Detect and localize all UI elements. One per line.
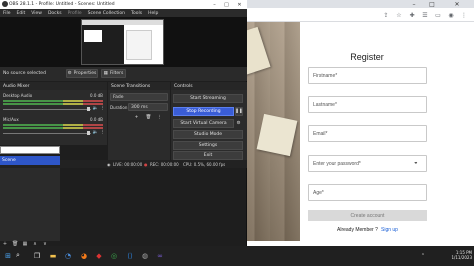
duration-input[interactable]: 300 ms <box>128 103 168 111</box>
mic-label: Mic/Aux <box>3 117 19 122</box>
no-source-label: No source selected <box>3 71 46 76</box>
transition-select[interactable]: Fade <box>110 93 168 101</box>
obs-logo-icon <box>2 1 8 7</box>
mic-db: 0.0 dB <box>90 117 103 122</box>
mic-meter <box>3 124 103 126</box>
controls-title: Controls <box>171 82 247 90</box>
already-member-text: Already Member ? <box>337 227 378 233</box>
vscode-icon[interactable]: ⟨⟩ <box>125 251 135 261</box>
mic-slider-knob[interactable] <box>87 131 90 135</box>
obs-maximize-icon[interactable]: □ <box>222 0 231 9</box>
chrome-icon[interactable]: ◎ <box>109 251 119 261</box>
file-explorer-icon[interactable]: ▬ <box>48 251 58 261</box>
visual-studio-icon[interactable]: ∞ <box>155 251 165 261</box>
system-tray-icon[interactable]: ⌃ <box>418 251 428 261</box>
search-icon[interactable]: ⌕ <box>16 251 24 261</box>
more-options-icon[interactable]: ⋮ <box>100 130 105 135</box>
stop-recording-button[interactable]: Stop Recording <box>173 107 234 116</box>
live-icon: ◉ <box>107 161 111 167</box>
filter-icon: ▦ <box>103 71 108 76</box>
desktop-audio-db: 0.0 dB <box>90 93 103 98</box>
taskbar-clock[interactable]: 1:15 PM 1/11/2023 <box>436 250 472 260</box>
menu-help[interactable]: Help <box>145 11 161 16</box>
mic-meter <box>3 127 103 129</box>
duration-label: Duration <box>110 105 128 110</box>
scene-list-item[interactable]: Scene <box>0 156 60 165</box>
audio-mixer-title: Audio Mixer <box>0 82 107 90</box>
menu-scene-collection[interactable]: Scene Collection <box>85 11 128 16</box>
menu-tools[interactable]: Tools <box>128 11 145 16</box>
add-icon[interactable]: + <box>134 115 139 120</box>
speaker-icon[interactable]: 🔈 <box>93 130 99 135</box>
desktop-audio-slider[interactable] <box>3 109 91 110</box>
reading-list-icon[interactable]: ☰ <box>421 11 429 19</box>
studio-mode-button[interactable]: Studio Mode <box>173 130 243 139</box>
desktop-audio-meter <box>3 100 103 102</box>
share-icon[interactable]: ⇪ <box>382 11 390 19</box>
menu-profile[interactable]: Profile <box>65 11 85 16</box>
rec-status: REC: 00:00:00 <box>150 161 179 167</box>
create-account-button[interactable]: Create account <box>308 210 427 221</box>
task-view-icon[interactable]: ❐ <box>32 251 42 261</box>
desktop-audio-label: Desktop Audio <box>3 93 33 98</box>
live-status: LIVE: 00:00:00 <box>113 161 143 167</box>
profile-icon[interactable]: ◉ <box>447 11 455 19</box>
scenes-filter-input[interactable] <box>0 146 60 154</box>
menu-file[interactable]: File <box>0 11 14 16</box>
sidebar-icon[interactable]: ▭ <box>434 11 442 19</box>
password-input[interactable]: Enter your password* ◒ <box>308 155 427 172</box>
firefox-icon[interactable]: ◕ <box>79 251 89 261</box>
rec-icon: ● <box>144 161 148 167</box>
gear-icon[interactable]: ⚙ <box>236 121 241 126</box>
desktop-audio-slider-knob[interactable] <box>87 107 90 111</box>
obs-close-icon[interactable]: ✕ <box>235 0 244 9</box>
menu-edit[interactable]: Edit <box>14 11 29 16</box>
browser-menu-icon[interactable]: ⋮ <box>460 11 468 19</box>
media-app-icon[interactable]: ◆ <box>94 251 104 261</box>
menu-view[interactable]: View <box>28 11 45 16</box>
windows-start-icon[interactable]: ⊞ <box>3 251 13 261</box>
age-input[interactable]: Age* <box>308 184 427 201</box>
pause-icon[interactable]: ❚❚ <box>235 107 243 116</box>
browser-maximize-icon[interactable]: □ <box>424 0 440 8</box>
browser-minimize-icon[interactable]: – <box>406 0 422 8</box>
obs-minimize-icon[interactable]: – <box>210 0 219 9</box>
lastname-input[interactable]: Lastname* <box>308 96 427 113</box>
preview-thumbnail <box>81 19 164 65</box>
obs-menubar: File Edit View Docks Profile Scene Colle… <box>0 9 247 17</box>
more-options-icon[interactable]: ⋮ <box>157 115 162 120</box>
trash-icon[interactable]: 🗑 <box>146 115 152 120</box>
more-options-icon[interactable]: ⋮ <box>100 106 105 111</box>
eye-slash-icon[interactable]: ◒ <box>414 160 422 167</box>
settings-button[interactable]: Settings <box>173 141 243 150</box>
register-title: Register <box>350 52 384 62</box>
mic-slider[interactable] <box>3 133 91 134</box>
obs-window: OBS 28.1.1 - Profile: Untitled - Scenes:… <box>0 0 247 247</box>
start-virtual-camera-button[interactable]: Start Virtual Camera <box>173 119 234 128</box>
properties-button[interactable]: ⚙ Properties <box>66 69 98 78</box>
extension-icon[interactable]: ✚ <box>408 11 416 19</box>
scenes-list <box>0 168 60 241</box>
gear-icon: ⚙ <box>67 71 72 76</box>
desktop-audio-meter <box>3 103 103 105</box>
menu-docks[interactable]: Docks <box>45 11 65 16</box>
speaker-icon[interactable]: 🔈 <box>93 106 99 111</box>
filters-button[interactable]: ▦ Filters <box>101 69 126 78</box>
bookmark-star-icon[interactable]: ☆ <box>395 11 403 19</box>
exit-button[interactable]: Exit <box>173 151 243 160</box>
email-input[interactable]: Email* <box>308 125 427 142</box>
cpu-status: CPU: 0.5%, 60.00 fps <box>183 161 226 167</box>
obs-taskbar-icon[interactable]: ◍ <box>140 251 150 261</box>
browser-close-icon[interactable]: ✕ <box>442 0 472 8</box>
firstname-input[interactable]: Firstname* <box>308 67 427 84</box>
start-streaming-button[interactable]: Start Streaming <box>173 94 243 103</box>
signup-link[interactable]: Sign up <box>381 227 398 233</box>
edge-icon[interactable]: ◔ <box>63 251 73 261</box>
scene-transitions-title: Scene Transitions <box>108 82 170 90</box>
